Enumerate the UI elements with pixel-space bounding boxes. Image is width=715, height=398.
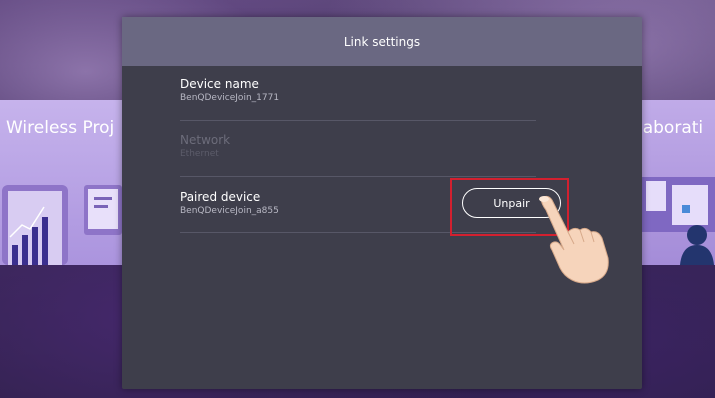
- dialog-title: Link settings: [343, 34, 421, 49]
- device-name-row[interactable]: Device name BenQDeviceJoin_1771: [180, 77, 536, 121]
- tap-hand-icon: [539, 195, 609, 284]
- network-value: Ethernet: [180, 149, 219, 159]
- network-row: Network Ethernet: [180, 133, 536, 177]
- screen: Wireless Proj laborati Link settings Dev…: [0, 0, 715, 398]
- phone-chart-icon: [2, 185, 122, 265]
- device-name-label: Device name: [180, 77, 259, 91]
- collaboration-title: laborati: [642, 118, 704, 138]
- dialog-header: Link settings: [122, 17, 642, 66]
- device-name-value: BenQDeviceJoin_1771: [180, 93, 280, 103]
- network-label: Network: [180, 133, 231, 147]
- collaboration-card[interactable]: laborati: [642, 100, 715, 265]
- person-icon: [642, 177, 715, 265]
- wireless-projection-title: Wireless Proj: [6, 118, 115, 138]
- wireless-projection-card[interactable]: Wireless Proj: [0, 100, 122, 265]
- unpair-button-label: Unpair: [493, 196, 530, 210]
